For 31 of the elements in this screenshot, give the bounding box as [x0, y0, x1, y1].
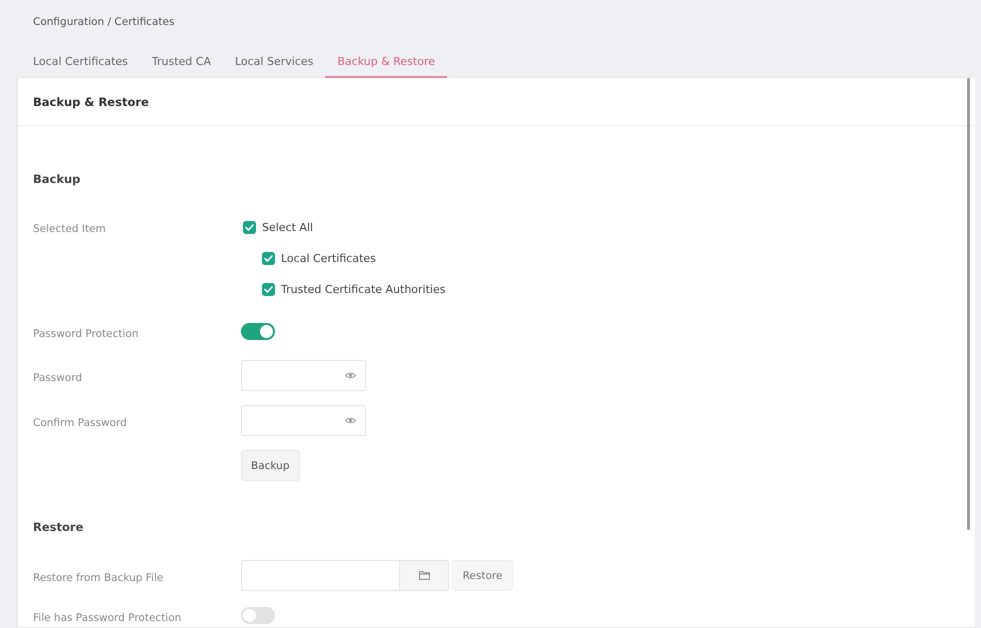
restore-button[interactable]: Restore [452, 560, 513, 591]
toggle-switch[interactable] [241, 606, 275, 624]
file-field[interactable] [241, 560, 400, 591]
field-label: Password [33, 372, 82, 384]
field-label: Selected Item [33, 223, 106, 235]
backup-button[interactable]: Backup [241, 450, 300, 481]
password-field[interactable] [241, 360, 366, 391]
checkbox[interactable] [262, 252, 275, 264]
tab[interactable]: Local Certificates [21, 50, 140, 78]
checkbox-label: Trusted Certificate Authorities [281, 282, 446, 296]
password-field[interactable] [241, 405, 366, 436]
browse-button[interactable] [400, 560, 449, 591]
toggle-switch[interactable] [241, 322, 275, 340]
scrollbar-thumb[interactable] [967, 78, 970, 530]
breadcrumb: Configuration / Certificates [33, 16, 174, 28]
eye-icon[interactable] [345, 372, 356, 379]
tab[interactable]: Trusted CA [140, 50, 223, 78]
field-label: Password Protection [33, 328, 139, 340]
field-label: File has Password Protection [33, 612, 182, 624]
section-title: Backup [33, 171, 80, 188]
folder-icon [418, 571, 430, 580]
field-label: Restore from Backup File [33, 572, 164, 584]
checkbox-label: Local Certificates [281, 252, 376, 264]
panel-title: Backup & Restore [33, 94, 149, 108]
section-title: Restore [33, 519, 84, 536]
checkbox-label: Select All [262, 220, 314, 234]
checkbox[interactable] [243, 220, 256, 234]
field-label: Confirm Password [33, 417, 127, 429]
tab[interactable]: Local Services [222, 50, 326, 78]
eye-icon[interactable] [345, 417, 356, 424]
checkbox[interactable] [262, 282, 275, 296]
